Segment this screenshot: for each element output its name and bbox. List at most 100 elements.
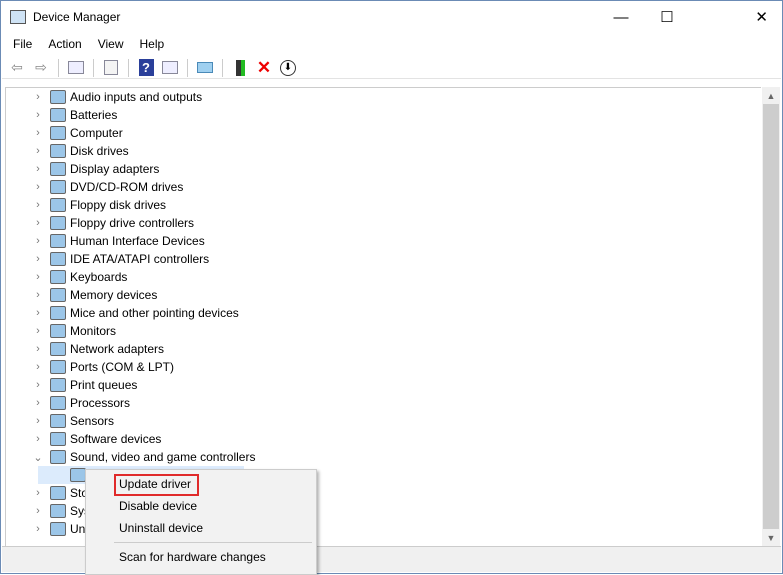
device-category-icon <box>50 450 66 464</box>
maximize-button[interactable]: ☐ <box>644 1 690 33</box>
menu-item-uninstall-device[interactable]: Uninstall device <box>119 518 203 538</box>
category-label: Disk drives <box>70 144 129 158</box>
device-category-icon <box>50 486 66 500</box>
chevron-right-icon[interactable]: › <box>32 181 44 193</box>
category-item[interactable]: › Batteries <box>6 106 406 124</box>
chevron-right-icon[interactable]: › <box>32 505 44 517</box>
help-icon[interactable]: ? <box>136 58 156 78</box>
category-item[interactable]: › Keyboards <box>6 268 406 286</box>
category-label: IDE ATA/ATAPI controllers <box>70 252 210 266</box>
chevron-right-icon[interactable]: › <box>32 253 44 265</box>
update-driver-icon[interactable] <box>230 58 250 78</box>
chevron-right-icon[interactable]: › <box>32 127 44 139</box>
category-item[interactable]: › Monitors <box>6 322 406 340</box>
chevron-right-icon[interactable]: › <box>32 433 44 445</box>
chevron-right-icon[interactable]: › <box>32 109 44 121</box>
title-bar: Device Manager — ☐ ✕ <box>1 1 782 33</box>
chevron-right-icon[interactable]: › <box>32 361 44 373</box>
category-item[interactable]: › Disk drives <box>6 142 406 160</box>
menu-item-update-driver[interactable]: Update driver <box>119 474 191 494</box>
menu-bar: File Action View Help <box>1 33 782 55</box>
scroll-thumb[interactable] <box>763 104 779 529</box>
menu-help[interactable]: Help <box>132 37 173 51</box>
category-label: Print queues <box>70 378 138 392</box>
disable-icon[interactable]: ⬇ <box>278 58 298 78</box>
category-label: DVD/CD-ROM drives <box>70 180 184 194</box>
menu-action[interactable]: Action <box>40 37 89 51</box>
uninstall-icon[interactable]: ✕ <box>254 58 274 78</box>
category-label: Computer <box>70 126 123 140</box>
properties-icon[interactable] <box>101 58 121 78</box>
scan-hardware-icon[interactable] <box>195 58 215 78</box>
context-menu: Update driver Disable device Uninstall d… <box>85 469 317 575</box>
menu-view[interactable]: View <box>90 37 132 51</box>
chevron-right-icon[interactable]: › <box>32 289 44 301</box>
chevron-right-icon[interactable]: › <box>32 343 44 355</box>
menu-item-disable-device[interactable]: Disable device <box>119 496 197 516</box>
chevron-right-icon[interactable]: › <box>32 523 44 535</box>
forward-icon[interactable]: ⇨ <box>31 58 51 78</box>
category-item[interactable]: › Computer <box>6 124 406 142</box>
category-label: Network adapters <box>70 342 165 356</box>
device-category-icon <box>50 504 66 518</box>
category-item[interactable]: › Software devices <box>6 430 406 448</box>
chevron-right-icon[interactable]: › <box>32 235 44 247</box>
scroll-up-icon[interactable]: ▲ <box>762 87 780 104</box>
category-item[interactable]: › Floppy disk drives <box>6 196 406 214</box>
chevron-right-icon[interactable]: › <box>32 91 44 103</box>
chevron-right-icon[interactable]: › <box>32 145 44 157</box>
menu-item-scan-hardware[interactable]: Scan for hardware changes <box>119 547 266 567</box>
scroll-down-icon[interactable]: ▼ <box>762 529 780 546</box>
category-item[interactable]: › Audio inputs and outputs <box>6 88 406 106</box>
category-item[interactable]: › Mice and other pointing devices <box>6 304 406 322</box>
device-category-icon <box>50 342 66 356</box>
chevron-right-icon[interactable]: › <box>32 217 44 229</box>
chevron-right-icon[interactable]: › <box>32 163 44 175</box>
category-item[interactable]: › Display adapters <box>6 160 406 178</box>
category-label: Batteries <box>70 108 118 122</box>
chevron-right-icon[interactable]: › <box>32 487 44 499</box>
chevron-right-icon[interactable]: › <box>32 325 44 337</box>
vertical-scrollbar[interactable]: ▲ ▼ <box>762 87 780 546</box>
category-label: Software devices <box>70 432 162 446</box>
device-category-icon <box>50 306 66 320</box>
close-button[interactable]: ✕ <box>690 1 782 33</box>
category-label: Sound, video and game controllers <box>70 450 256 464</box>
chevron-right-icon[interactable]: › <box>32 271 44 283</box>
category-item[interactable]: › Ports (COM & LPT) <box>6 358 406 376</box>
device-category-icon <box>50 108 66 122</box>
category-label: Keyboards <box>70 270 128 284</box>
chevron-down-icon[interactable]: ⌄ <box>32 451 44 464</box>
category-label: Display adapters <box>70 162 160 176</box>
category-label: Processors <box>70 396 131 410</box>
category-item[interactable]: › IDE ATA/ATAPI controllers <box>6 250 406 268</box>
chevron-right-icon[interactable]: › <box>32 307 44 319</box>
device-category-icon <box>50 234 66 248</box>
category-label: Ports (COM & LPT) <box>70 360 175 374</box>
action-pane-icon[interactable] <box>160 58 180 78</box>
category-item[interactable]: › Print queues <box>6 376 406 394</box>
device-manager-icon <box>10 10 26 24</box>
device-category-icon <box>70 468 86 482</box>
category-label: Human Interface Devices <box>70 234 205 248</box>
device-manager-window: Device Manager — ☐ ✕ File Action View He… <box>0 0 783 575</box>
chevron-right-icon[interactable]: › <box>32 397 44 409</box>
category-item[interactable]: › Floppy drive controllers <box>6 214 406 232</box>
device-category-icon <box>50 288 66 302</box>
category-item[interactable]: › Human Interface Devices <box>6 232 406 250</box>
chevron-right-icon[interactable]: › <box>32 415 44 427</box>
back-icon[interactable]: ⇦ <box>7 58 27 78</box>
category-item[interactable]: ⌄ Sound, video and game controllers <box>6 448 406 466</box>
show-hide-console-tree-icon[interactable] <box>66 58 86 78</box>
category-item[interactable]: › Network adapters <box>6 340 406 358</box>
category-item[interactable]: › Sensors <box>6 412 406 430</box>
category-item[interactable]: › DVD/CD-ROM drives <box>6 178 406 196</box>
category-item[interactable]: › Processors <box>6 394 406 412</box>
minimize-button[interactable]: — <box>598 1 644 33</box>
category-item[interactable]: › Memory devices <box>6 286 406 304</box>
chevron-right-icon[interactable]: › <box>32 379 44 391</box>
menu-file[interactable]: File <box>5 37 40 51</box>
chevron-right-icon[interactable]: › <box>32 199 44 211</box>
device-category-icon <box>50 126 66 140</box>
device-category-icon <box>50 324 66 338</box>
